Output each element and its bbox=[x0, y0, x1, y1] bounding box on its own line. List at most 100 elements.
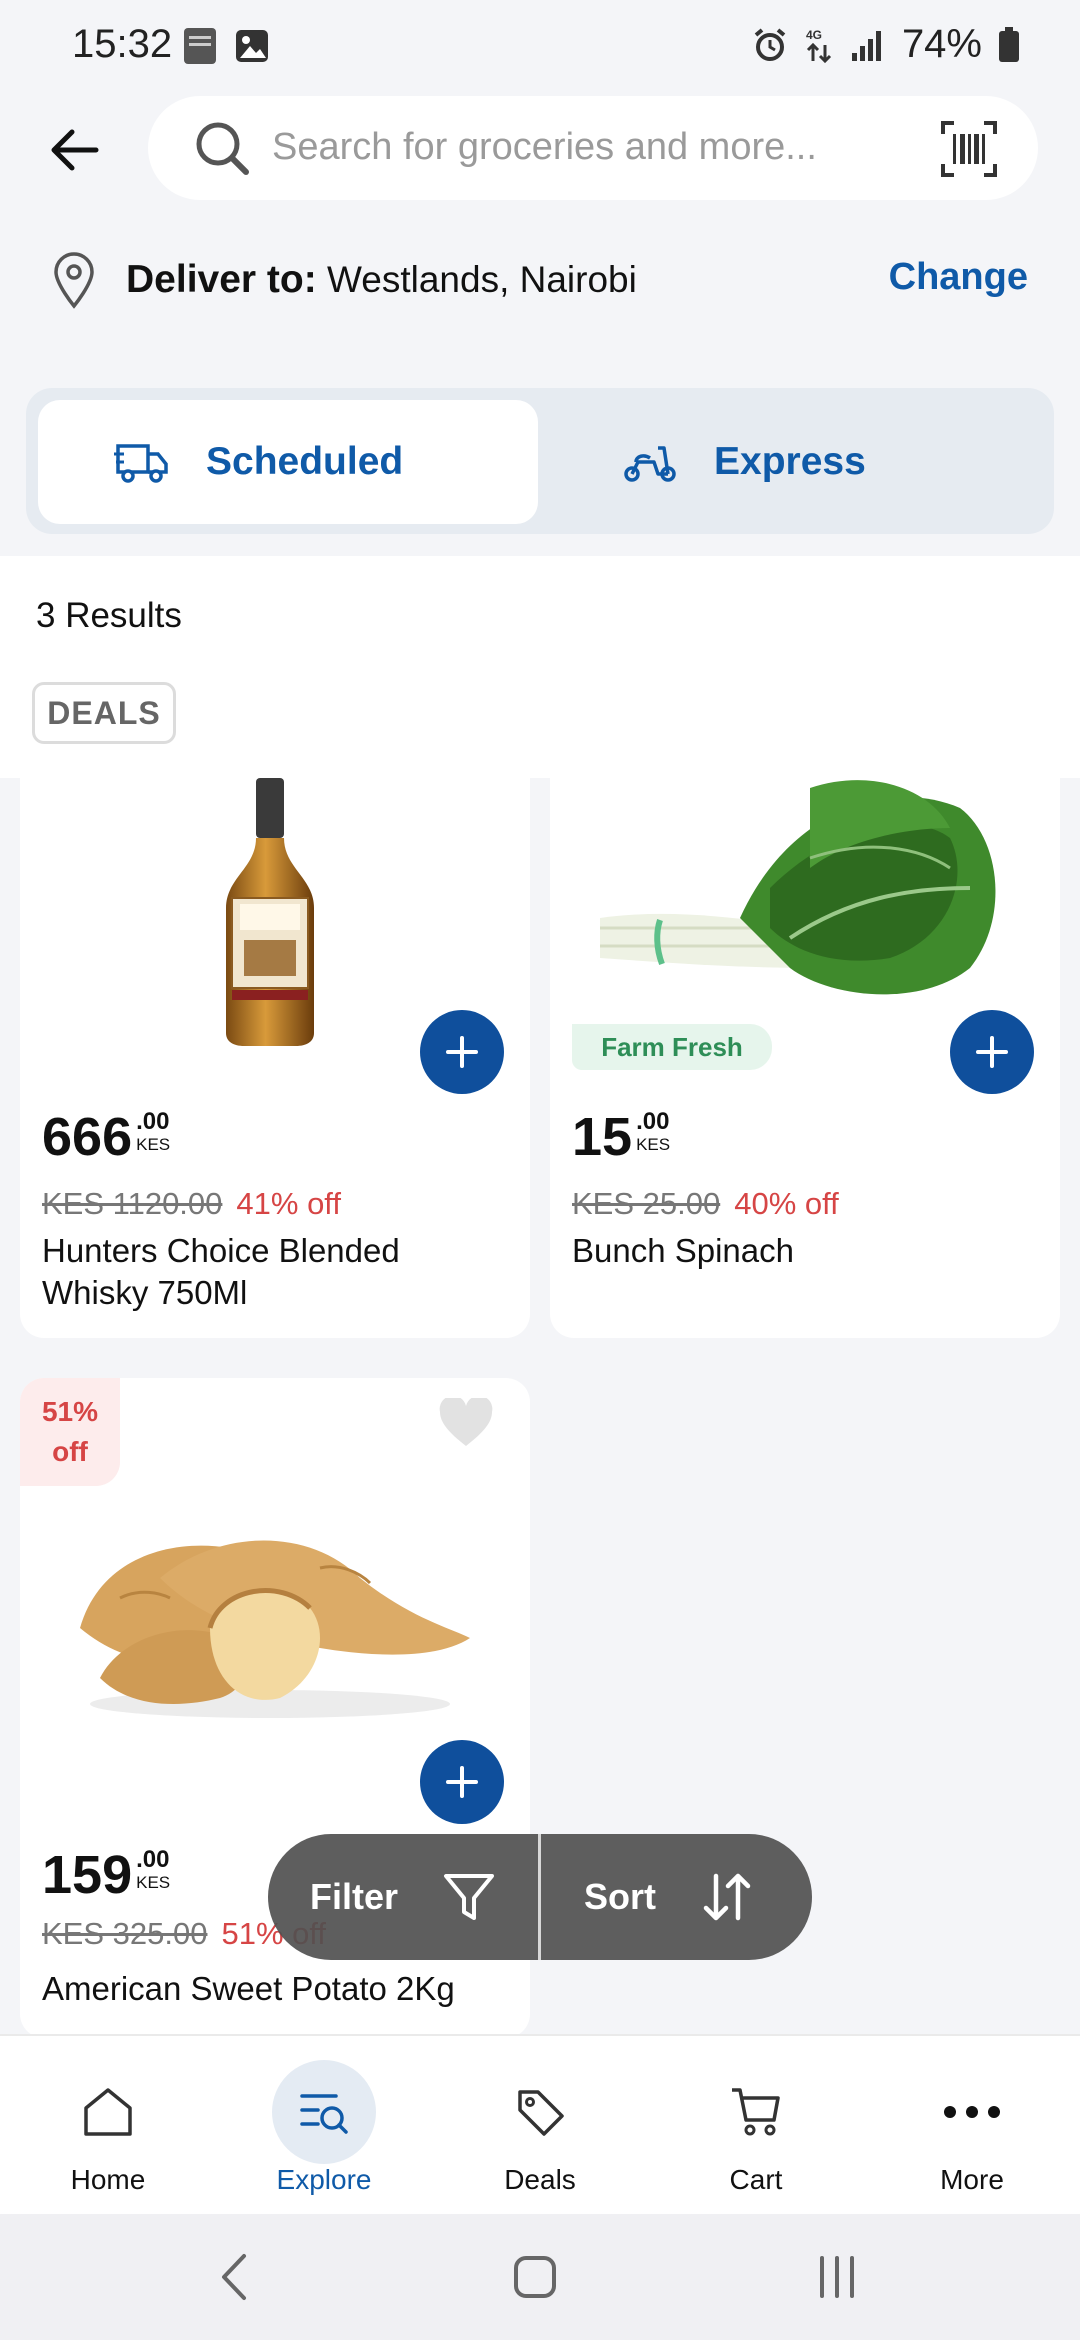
old-price: KES 1120.00 bbox=[42, 1186, 223, 1221]
nav-explore[interactable]: Explore bbox=[216, 2036, 432, 2216]
product-card[interactable]: Farm Fresh 15 .00 KES KES 25.00 40% off … bbox=[550, 778, 1060, 1338]
system-home-icon[interactable] bbox=[512, 2252, 558, 2302]
product-name: American Sweet Potato 2Kg bbox=[42, 1970, 455, 2007]
sort-arrows-icon bbox=[703, 1873, 751, 1921]
nav-home[interactable]: Home bbox=[0, 2036, 216, 2216]
delivery-location: Westlands, Nairobi bbox=[327, 259, 637, 300]
alarm-icon bbox=[754, 27, 786, 61]
nav-cart[interactable]: Cart bbox=[648, 2036, 864, 2216]
price-whole: 666 bbox=[42, 1107, 133, 1167]
price-comparison: KES 25.00 40% off bbox=[572, 1186, 839, 1222]
spinach-image bbox=[600, 780, 996, 995]
nav-cart-icon-wrap bbox=[704, 2060, 808, 2164]
system-back-icon[interactable] bbox=[214, 2252, 254, 2302]
more-icon bbox=[944, 2106, 1000, 2118]
discount-label: 40% off bbox=[734, 1186, 839, 1221]
plus-icon bbox=[976, 1036, 1008, 1068]
nav-deals-label: Deals bbox=[504, 2164, 576, 2195]
discount-off: off bbox=[52, 1436, 88, 1467]
nav-more-label: More bbox=[940, 2164, 1004, 2195]
nav-more[interactable]: More bbox=[864, 2036, 1080, 2216]
plus-icon bbox=[446, 1036, 478, 1068]
bible-app-icon bbox=[184, 28, 216, 64]
old-price: KES 325.00 bbox=[42, 1916, 208, 1951]
filter-label: Filter bbox=[310, 1876, 399, 1917]
nav-deals-icon-wrap bbox=[488, 2060, 592, 2164]
tab-express-label: Express bbox=[714, 440, 866, 483]
product-price: 15 .00 KES bbox=[572, 1108, 671, 1165]
add-to-cart-button[interactable] bbox=[420, 1740, 504, 1824]
product-name: Bunch Spinach bbox=[572, 1232, 794, 1269]
tab-scheduled-label: Scheduled bbox=[206, 440, 404, 483]
filter-button[interactable]: Filter bbox=[268, 1834, 538, 1960]
plus-icon bbox=[446, 1766, 478, 1798]
back-arrow-icon bbox=[51, 129, 99, 171]
price-fraction: .00 KES bbox=[136, 1846, 171, 1892]
nav-home-icon-wrap bbox=[56, 2060, 160, 2164]
tab-express[interactable]: Express bbox=[546, 400, 1046, 524]
price-cents: .00 bbox=[636, 1108, 670, 1135]
network-4g-icon: 4G bbox=[806, 28, 831, 63]
search-icon bbox=[196, 122, 249, 175]
bottom-navigation: Home Explore Deals Cart More bbox=[0, 2034, 1080, 2214]
results-count: 3 Results bbox=[36, 596, 182, 635]
system-navigation-bar bbox=[0, 2214, 1080, 2340]
delivery-location-row: Deliver to: Westlands, Nairobi Change bbox=[0, 238, 1080, 326]
price-fraction: .00 KES bbox=[136, 1108, 171, 1154]
favorite-heart-icon[interactable] bbox=[438, 1398, 494, 1448]
product-price: 666 .00 KES bbox=[42, 1107, 171, 1167]
price-comparison: KES 1120.00 41% off bbox=[42, 1186, 341, 1222]
old-price: KES 25.00 bbox=[572, 1186, 721, 1221]
delivery-address: Deliver to: Westlands, Nairobi bbox=[126, 258, 637, 302]
battery-percent: 74% bbox=[901, 22, 982, 66]
nav-more-icon-wrap bbox=[920, 2060, 1024, 2164]
whisky-bottle-image bbox=[226, 778, 314, 1046]
discount-label: 41% off bbox=[236, 1186, 341, 1221]
search-placeholder: Search for groceries and more... bbox=[272, 126, 817, 168]
price-currency: KES bbox=[136, 1873, 171, 1892]
nav-cart-label: Cart bbox=[729, 2164, 783, 2195]
scooter-icon bbox=[624, 446, 676, 482]
status-notification-icons bbox=[180, 26, 272, 66]
status-time: 15:32 bbox=[72, 22, 173, 66]
price-cents: .00 bbox=[136, 1108, 170, 1135]
product-card[interactable]: 666 .00 KES KES 1120.00 41% off Hunters … bbox=[20, 778, 530, 1338]
deals-filter-chip[interactable]: DEALS bbox=[32, 682, 176, 744]
farm-fresh-badge: Farm Fresh bbox=[572, 1024, 772, 1070]
sort-button[interactable]: Sort bbox=[542, 1834, 812, 1960]
price-cents: .00 bbox=[136, 1846, 170, 1873]
results-header: 3 Results DEALS bbox=[0, 556, 1080, 778]
product-price: 159 .00 KES bbox=[42, 1846, 171, 1903]
nav-explore-label: Explore bbox=[276, 2164, 372, 2195]
status-right: 4G 74% bbox=[752, 22, 1020, 67]
back-button[interactable] bbox=[40, 116, 108, 184]
price-currency: KES bbox=[636, 1135, 671, 1154]
gallery-icon bbox=[236, 30, 268, 62]
sort-label: Sort bbox=[584, 1876, 656, 1917]
sweet-potato-image bbox=[80, 1540, 470, 1718]
add-to-cart-button[interactable] bbox=[420, 1010, 504, 1094]
discount-percent: 51% bbox=[41, 1396, 99, 1427]
status-bar: 15:32 4G 74% bbox=[0, 0, 1080, 96]
tag-icon bbox=[518, 2090, 564, 2136]
price-currency: KES bbox=[136, 1135, 171, 1154]
barcode-scan-icon[interactable] bbox=[940, 120, 998, 178]
system-recents-icon[interactable] bbox=[814, 2252, 860, 2302]
deliver-to-label: Deliver to: bbox=[126, 258, 317, 301]
explore-icon bbox=[300, 2094, 348, 2134]
home-icon bbox=[84, 2088, 132, 2136]
top-bar: Search for groceries and more... bbox=[0, 96, 1080, 200]
tab-scheduled[interactable]: Scheduled bbox=[38, 400, 538, 524]
search-input[interactable]: Search for groceries and more... bbox=[148, 96, 1038, 200]
add-to-cart-button[interactable] bbox=[950, 1010, 1034, 1094]
filter-funnel-icon bbox=[444, 1874, 495, 1920]
location-pin-icon bbox=[54, 252, 94, 309]
battery-icon bbox=[999, 26, 1019, 62]
delivery-mode-toggle: Scheduled Express bbox=[26, 388, 1054, 534]
nav-explore-icon-wrap bbox=[272, 2060, 376, 2164]
price-fraction: .00 KES bbox=[636, 1108, 671, 1154]
filter-sort-bar: Filter Sort bbox=[268, 1834, 812, 1960]
nav-deals[interactable]: Deals bbox=[432, 2036, 648, 2216]
change-location-button[interactable]: Change bbox=[889, 256, 1028, 299]
delivery-truck-icon bbox=[114, 444, 168, 483]
